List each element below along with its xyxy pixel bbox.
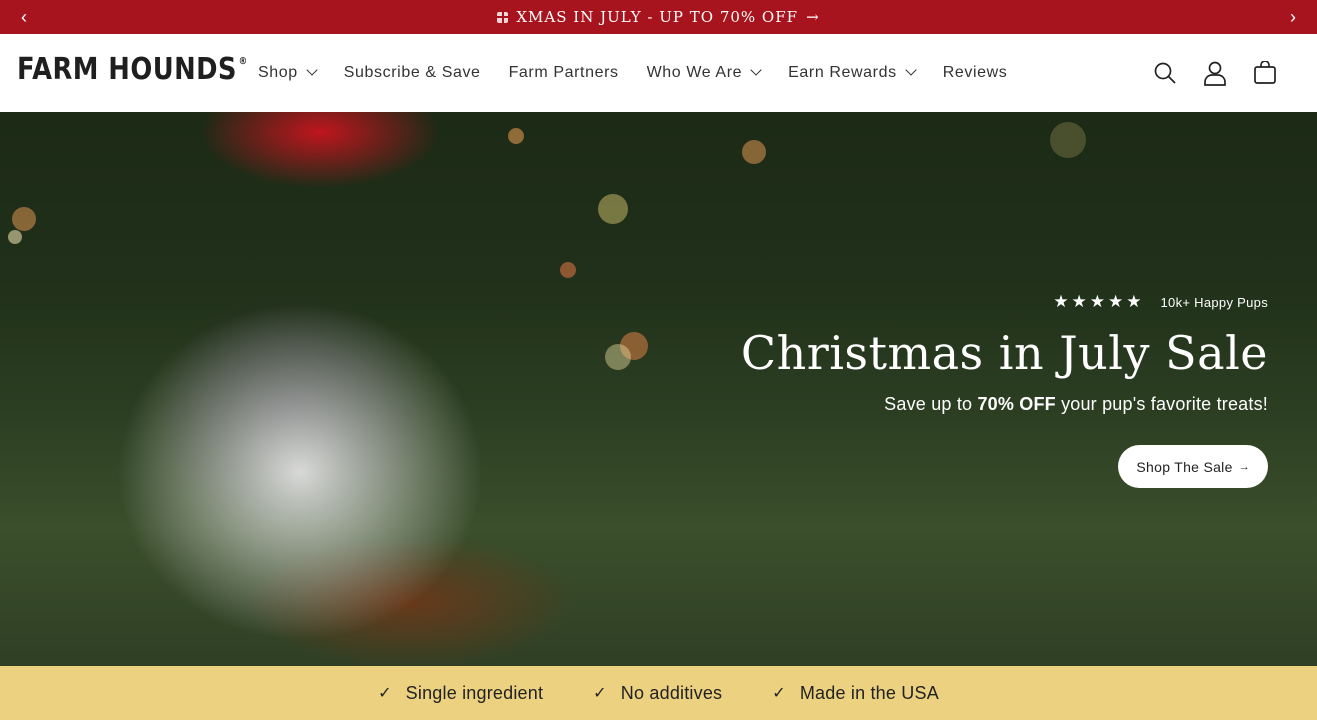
feature-label: No additives <box>620 682 723 703</box>
feature-item: ✓ Made in the USA <box>772 683 939 704</box>
chevron-down-icon <box>905 64 917 76</box>
features-bar: ✓ Single ingredient ✓ No additives ✓ Made i… <box>0 666 1317 720</box>
nav-item-reviews[interactable]: Reviews <box>943 64 1008 82</box>
main-nav: Shop Subscribe & Save Farm Partners Who … <box>258 34 1035 112</box>
hero-content: ★★★★★ 10k+ Happy Pups Christmas in July … <box>741 292 1268 488</box>
subtitle-pre: Save up to <box>884 394 973 414</box>
nav-label: Earn Rewards <box>788 64 897 81</box>
cta-label: Shop The Sale <box>1136 458 1233 475</box>
subtitle-post: your pup's favorite treats! <box>1061 394 1268 414</box>
bokeh-light <box>12 207 36 231</box>
arrow-right-icon: → <box>806 8 820 26</box>
rating-text: 10k+ Happy Pups <box>1160 294 1268 310</box>
nav-item-farm-partners[interactable]: Farm Partners <box>509 64 619 82</box>
registered-mark: ® <box>238 56 248 67</box>
bokeh-light <box>8 230 22 244</box>
nav-item-subscribe-save[interactable]: Subscribe & Save <box>344 64 481 82</box>
feature-item: ✓ Single ingredient <box>378 683 543 704</box>
header-icons <box>1153 34 1277 112</box>
bokeh-light <box>508 128 524 144</box>
hero-subtitle: Save up to 70% OFF your pup's favorite t… <box>741 394 1268 415</box>
bokeh-light <box>560 262 576 278</box>
chevron-right-icon: › <box>1290 6 1296 27</box>
bokeh-light <box>605 344 631 370</box>
feature-label: Single ingredient <box>405 682 544 703</box>
announcement-next-button[interactable]: › <box>1273 0 1313 34</box>
nav-item-shop[interactable]: Shop <box>258 64 318 82</box>
logo[interactable]: FARM HOUNDS ® <box>17 52 248 87</box>
logo-text: FARM HOUNDS <box>17 52 237 87</box>
star-rating-icon: ★★★★★ <box>1053 292 1145 311</box>
nav-label: Who We Are <box>646 64 743 81</box>
nav-item-earn-rewards[interactable]: Earn Rewards <box>788 64 917 82</box>
search-icon <box>1154 62 1176 84</box>
subtitle-highlight: 70% OFF <box>977 394 1056 414</box>
feature-label: Made in the USA <box>799 682 939 703</box>
nav-item-who-we-are[interactable]: Who We Are <box>646 64 762 82</box>
search-button[interactable] <box>1153 61 1177 85</box>
check-icon: ✓ <box>593 685 607 702</box>
bokeh-light <box>742 140 766 164</box>
chevron-left-icon: ‹ <box>21 6 27 27</box>
bokeh-light <box>1050 122 1086 158</box>
chevron-down-icon <box>750 64 762 76</box>
nav-label: Farm Partners <box>508 64 619 81</box>
arrow-right-icon: → <box>1238 460 1250 473</box>
nav-label: Shop <box>258 64 298 81</box>
account-button[interactable] <box>1203 60 1227 86</box>
bokeh-light <box>598 194 628 224</box>
check-icon: ✓ <box>772 685 786 702</box>
hero-banner: ★★★★★ 10k+ Happy Pups Christmas in July … <box>0 112 1317 666</box>
account-icon <box>1204 61 1226 86</box>
announcement-text: XMAS IN JULY - UP TO 70% OFF <box>516 8 799 26</box>
feature-item: ✓ No additives <box>593 683 722 704</box>
site-header: FARM HOUNDS ® Shop Subscribe & Save Farm … <box>0 34 1317 113</box>
check-icon: ✓ <box>378 685 392 702</box>
rating: ★★★★★ 10k+ Happy Pups <box>741 292 1268 312</box>
chevron-down-icon <box>306 64 318 76</box>
announcement-link[interactable]: XMAS IN JULY - UP TO 70% OFF → <box>497 8 819 26</box>
cart-button[interactable] <box>1253 61 1277 85</box>
hero-title: Christmas in July Sale <box>740 326 1268 380</box>
announcement-bar: ‹ XMAS IN JULY - UP TO 70% OFF → › <box>0 0 1317 34</box>
nav-label: Subscribe & Save <box>343 64 481 81</box>
nav-label: Reviews <box>942 64 1008 81</box>
announcement-prev-button[interactable]: ‹ <box>4 0 44 34</box>
gift-icon <box>497 11 509 23</box>
cart-icon <box>1254 61 1276 84</box>
shop-the-sale-button[interactable]: Shop The Sale → <box>1118 445 1268 488</box>
